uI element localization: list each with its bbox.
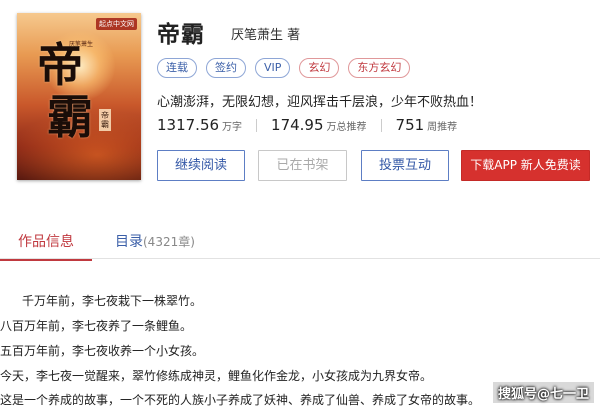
cover-char-2: 霸 <box>47 90 93 144</box>
description-line: 八百万年前，李七夜养了一条鲤鱼。 <box>0 319 193 333</box>
tag-status[interactable]: 连载 <box>157 58 197 78</box>
description-line: 今天，李七夜一觉醒来，翠竹修练成神灵，鲤鱼化作金龙，小女孩成为九界女帝。 <box>0 369 433 383</box>
tab-directory-label: 目录 <box>115 234 143 250</box>
continue-reading-button[interactable]: 继续阅读 <box>157 150 245 181</box>
stat-unit: 万总推荐 <box>326 122 367 133</box>
tag-vip[interactable]: VIP <box>255 58 291 78</box>
description-line: 五百万年前，李七夜收养一个小女孩。 <box>0 344 205 358</box>
cover-calligraphy: 帝 霸 <box>37 38 93 144</box>
tag-signed[interactable]: 签约 <box>206 58 246 78</box>
description-line: 这是一个养成的故事，一个不死的人族小子养成了妖神、养成了仙兽、养成了女帝的故事。 <box>0 393 481 407</box>
stat-unit: 周推荐 <box>427 122 458 133</box>
divider <box>256 118 258 132</box>
download-app-button[interactable]: 下载APP 新人免费读 <box>461 150 590 181</box>
cover-vertical-title: 帝霸 <box>99 109 111 131</box>
book-stats: 1317.56 万字 174.95 万总推荐 751 周推荐 <box>157 116 457 134</box>
tab-book-info[interactable]: 作品信息 <box>0 231 92 261</box>
tab-bar: 作品信息 目录(4321章) <box>0 223 600 261</box>
stat-value: 174.95 <box>271 116 324 134</box>
cover-char-1: 帝 <box>37 38 83 92</box>
stat-weekly-recommend: 751 周推荐 <box>396 116 458 134</box>
stat-unit: 万字 <box>222 122 243 133</box>
divider <box>380 118 382 132</box>
action-buttons: 继续阅读 已在书架 投票互动 下载APP 新人免费读 <box>157 150 590 181</box>
tab-directory[interactable]: 目录(4321章) <box>115 231 195 251</box>
book-cover[interactable]: 起点中文网 厌笔萧生 帝 霸 帝霸 <box>17 13 141 180</box>
book-author[interactable]: 厌笔萧生 著 <box>231 24 300 43</box>
tag-genre[interactable]: 玄幻 <box>299 58 340 78</box>
vote-button[interactable]: 投票互动 <box>361 150 449 181</box>
tag-subgenre[interactable]: 东方玄幻 <box>348 58 411 78</box>
stat-total-recommend: 174.95 万总推荐 <box>271 116 367 134</box>
watermark: 搜狐号@七一卫 <box>492 382 594 403</box>
stat-value: 1317.56 <box>157 116 220 134</box>
stat-word-count: 1317.56 万字 <box>157 116 242 134</box>
cover-publisher-badge: 起点中文网 <box>96 18 137 30</box>
on-shelf-button[interactable]: 已在书架 <box>258 150 347 181</box>
book-title: 帝霸 <box>157 22 205 48</box>
chapter-count: (4321章) <box>143 235 195 249</box>
tag-list: 连载 签约 VIP 玄幻 东方玄幻 <box>157 58 411 78</box>
book-intro: 心潮澎湃，无限幻想，迎风挥击千层浪，少年不败热血！ <box>157 95 483 110</box>
stat-value: 751 <box>395 116 425 134</box>
description-line: 千万年前，李七夜栽下一株翠竹。 <box>22 294 203 308</box>
